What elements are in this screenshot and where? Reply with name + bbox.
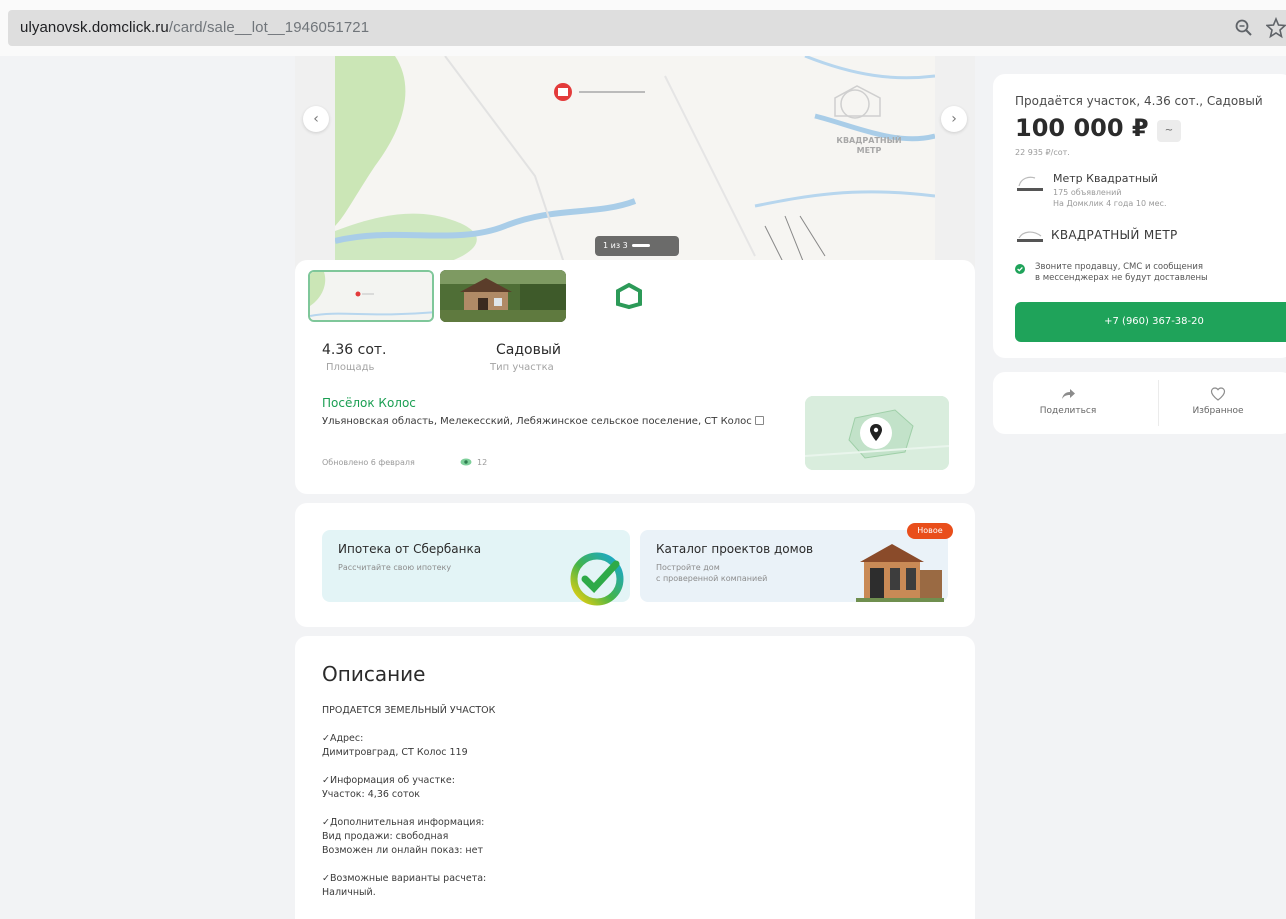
- listing-info-card: 4.36 сот. Площадь Садовый Тип участка По…: [295, 260, 975, 494]
- fact-area-value: 4.36 сот.: [322, 342, 387, 358]
- offer-title: Продаётся участок, 4.36 сот., Садовый: [1015, 94, 1263, 108]
- agent-name[interactable]: Метр Квадратный: [1053, 172, 1158, 185]
- description-line: Димитровград, СТ Колос 119: [322, 747, 468, 758]
- fact-type-value: Садовый: [496, 342, 562, 358]
- offer-price: 100 000 ₽: [1015, 114, 1149, 142]
- fact-type-label: Тип участка: [490, 362, 554, 373]
- gallery-counter: 1 из 3: [595, 236, 679, 256]
- url-path: /card/sale__lot__1946051721: [168, 19, 370, 36]
- catalog-promo[interactable]: Каталог проектов домов Постройте дом с пр…: [640, 530, 948, 602]
- address-text: Ульяновская область, Мелекесский, Лебяжи…: [322, 416, 792, 428]
- agent-listings: 175 объявлений: [1053, 188, 1122, 197]
- domclick-logo-icon[interactable]: [615, 282, 643, 310]
- description-line: Вид продажи: свободная: [322, 831, 449, 842]
- bookmark-star-icon[interactable]: [1266, 17, 1286, 39]
- agent-tenure: На Домклик 4 года 10 мес.: [1053, 199, 1167, 208]
- catalog-promo-subtitle-line1: Постройте дом: [656, 563, 720, 572]
- description-line: ПРОДАЕТСЯ ЗЕМЕЛЬНЫЙ УЧАСТОК: [322, 705, 496, 716]
- url-host: ulyanovsk.domclick.ru: [20, 19, 169, 36]
- gallery-next-button[interactable]: ›: [941, 106, 967, 132]
- description-line: Участок: 4,36 соток: [322, 789, 421, 800]
- catalog-promo-subtitle: Постройте дом с проверенной компанией: [656, 562, 767, 584]
- description-text: ПРОДАЕТСЯ ЗЕМЕЛЬНЫЙ УЧАСТОК ✓Адрес: Дими…: [322, 704, 922, 900]
- description-gap: [322, 760, 922, 774]
- catalog-promo-subtitle-line2: с проверенной компанией: [656, 574, 768, 583]
- agency-logo-icon[interactable]: [1015, 228, 1045, 244]
- house-illustration: [856, 544, 944, 602]
- description-gap: [322, 802, 922, 816]
- gallery-map-image: [335, 56, 935, 266]
- url-text[interactable]: ulyanovsk.domclick.ru/card/sale__lot__19…: [20, 19, 369, 36]
- address-bar[interactable]: ulyanovsk.domclick.ru/card/sale__lot__19…: [8, 10, 1286, 46]
- description-line: ✓Возможные варианты расчета:: [322, 873, 487, 884]
- description-gap: [322, 718, 922, 732]
- photo-gallery[interactable]: КВАДРАТНЫЙ МЕТР ‹ › 1 из 3: [295, 56, 975, 276]
- actions-card: Поделиться Избранное: [993, 372, 1286, 434]
- map-pin-icon: [860, 417, 892, 449]
- fact-area-label: Площадь: [326, 362, 375, 373]
- village-link[interactable]: Посёлок Колос: [322, 396, 416, 410]
- thumbnail-photo[interactable]: [440, 270, 566, 322]
- share-arrow-icon: [1062, 389, 1075, 399]
- description-gap: [322, 858, 922, 872]
- call-phone-button[interactable]: +7 (960) 367-38-20: [1015, 302, 1286, 342]
- description-line: ✓Информация об участке:: [322, 775, 455, 786]
- catalog-promo-title: Каталог проектов домов: [656, 542, 814, 556]
- price-history-button[interactable]: ~: [1157, 120, 1181, 142]
- share-label: Поделиться: [1039, 406, 1097, 416]
- thumbnail-map-image: [310, 272, 432, 320]
- gallery-prev-button[interactable]: ‹: [303, 106, 329, 132]
- gallery-progress-bar: [631, 244, 650, 247]
- mortgage-promo[interactable]: Ипотека от Сбербанка Рассчитайте свою ип…: [322, 530, 630, 606]
- call-notice-line2: в мессенджерах не будут доставлены: [1035, 273, 1208, 283]
- thumbnail-map[interactable]: [308, 270, 434, 322]
- offer-card: Продаётся участок, 4.36 сот., Садовый 10…: [993, 74, 1286, 358]
- views-eye-icon: [460, 458, 472, 466]
- zoom-icon[interactable]: [1234, 18, 1254, 38]
- thumbnail-house-photo: [440, 270, 566, 322]
- favorite-button[interactable]: Избранное: [1143, 372, 1286, 434]
- agency-name[interactable]: КВАДРАТНЫЙ МЕТР: [1051, 228, 1178, 242]
- description-line: Наличный.: [322, 887, 376, 898]
- description-card: Описание ПРОДАЕТСЯ ЗЕМЕЛЬНЫЙ УЧАСТОК ✓Ад…: [295, 636, 975, 919]
- gallery-counter-text: 1 из 3: [603, 241, 628, 250]
- description-line: ✓Дополнительная информация:: [322, 817, 485, 828]
- promo-card: Ипотека от Сбербанка Рассчитайте свою ип…: [295, 503, 975, 627]
- price-per-unit: 22 935 ₽/сот.: [1015, 148, 1070, 157]
- mortgage-promo-subtitle: Рассчитайте свою ипотеку: [338, 563, 452, 572]
- gallery-map-label: КВАДРАТНЫЙ МЕТР: [836, 136, 902, 155]
- address-value: Ульяновская область, Мелекесский, Лебяжи…: [322, 416, 752, 427]
- new-badge: Новое: [907, 523, 953, 539]
- sber-logo-icon: [570, 552, 624, 606]
- shield-check-icon: [1015, 264, 1025, 274]
- description-line: ✓Адрес:: [322, 733, 364, 744]
- views-count: 12: [477, 458, 488, 467]
- mortgage-promo-title: Ипотека от Сбербанка: [338, 542, 482, 556]
- description-title: Описание: [322, 662, 426, 686]
- location-minimap[interactable]: [805, 396, 949, 470]
- copy-address-icon[interactable]: [754, 416, 764, 425]
- updated-date: Обновлено 6 февраля: [322, 458, 415, 467]
- call-notice-line1: Звоните продавцу, СМС и сообщения: [1035, 262, 1203, 272]
- favorite-label: Избранное: [1192, 406, 1244, 416]
- share-button[interactable]: Поделиться: [993, 372, 1143, 434]
- call-notice: Звоните продавцу, СМС и сообщения в мессе…: [1035, 262, 1285, 284]
- browser-toolbar: ulyanovsk.domclick.ru/card/sale__lot__19…: [0, 0, 1286, 56]
- heart-icon: [1210, 387, 1226, 401]
- description-line: Возможен ли онлайн показ: нет: [322, 845, 484, 856]
- agent-logo-icon[interactable]: [1015, 172, 1045, 196]
